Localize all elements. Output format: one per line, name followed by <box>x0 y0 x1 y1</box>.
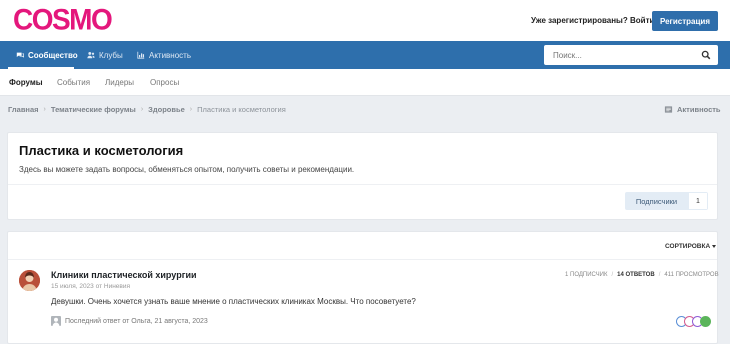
sort-label: СОРТИРОВКА <box>665 242 711 250</box>
nav-item-community[interactable]: Сообщество <box>16 41 78 69</box>
breadcrumb-thematic-forums[interactable]: Тематические форумы <box>51 105 136 114</box>
activity-label: Активность <box>677 105 721 114</box>
nav-item-activity[interactable]: Активность <box>137 41 191 69</box>
users-icon <box>87 51 95 59</box>
follow-count: 1 <box>688 192 708 210</box>
page-title: Пластика и косметология <box>19 143 184 158</box>
nav-item-clubs[interactable]: Клубы <box>87 41 123 69</box>
breadcrumb-health[interactable]: Здоровье <box>148 105 185 114</box>
topic-author-prefix: от <box>95 283 103 290</box>
avatar[interactable] <box>19 270 40 291</box>
participant-avatar[interactable] <box>700 316 711 327</box>
topic-meta: 15 июля, 2023 от Ниневия <box>51 283 130 290</box>
search-icon[interactable] <box>701 50 711 60</box>
topic-stats: 1 ПОДПИСЧИК / 14 ОТВЕТОВ / 411 ПРОСМОТРО… <box>565 272 719 278</box>
last-reply: Последний ответ от Ольга, 21 августа, 20… <box>51 316 208 326</box>
site-header: COSMO Уже зарегистрированы? Войти Регист… <box>0 0 730 41</box>
chevron-right-icon: › <box>43 106 46 113</box>
caret-down-icon <box>712 244 717 248</box>
follow-label: Подписчики <box>625 192 688 210</box>
user-avatar-icon <box>51 316 61 326</box>
forum-description: Здесь вы можете задать вопросы, обменять… <box>19 165 355 174</box>
register-button[interactable]: Регистрация <box>652 11 718 31</box>
bar-chart-icon <box>137 51 145 59</box>
signin-link[interactable]: Уже зарегистрированы? Войти <box>531 16 665 25</box>
nav-label: Клубы <box>99 50 123 60</box>
topic-author[interactable]: Ниневия <box>104 283 130 290</box>
activity-link[interactable]: Активность <box>664 105 721 114</box>
breadcrumb-home[interactable]: Главная <box>8 105 39 114</box>
stat-replies: 14 ОТВЕТОВ <box>617 272 655 278</box>
sort-dropdown[interactable]: СОРТИРОВКА <box>665 240 717 252</box>
participant-avatars <box>676 316 711 328</box>
search-input[interactable] <box>544 50 694 60</box>
signin-label: Уже зарегистрированы? Войти <box>531 16 655 25</box>
activity-icon <box>664 106 673 113</box>
stat-views: 411 ПРОСМОТРОВ <box>664 272 719 278</box>
chevron-right-icon: › <box>140 106 144 113</box>
site-logo[interactable]: COSMO <box>13 4 113 36</box>
topic-snippet: Девушки. Очень хочется узнать ваше мнени… <box>51 297 416 306</box>
tab-forums[interactable]: Форумы <box>9 69 43 96</box>
follow-button[interactable]: Подписчики 1 <box>625 192 708 210</box>
nav-label: Активность <box>149 50 192 60</box>
chevron-right-icon: › <box>189 106 193 113</box>
tab-polls[interactable]: Опросы <box>150 69 179 96</box>
topic-date: 15 июля, 2023 <box>51 283 94 290</box>
stat-separator: / <box>611 272 614 278</box>
divider <box>8 184 717 185</box>
nav-label: Сообщество <box>28 50 78 60</box>
stat-separator: / <box>658 272 661 278</box>
divider <box>8 259 717 260</box>
sub-nav: Форумы События Лидеры Опросы <box>0 69 730 96</box>
forum-header-card: Пластика и косметология Здесь вы можете … <box>7 132 718 220</box>
comments-icon <box>16 52 24 58</box>
tab-events[interactable]: События <box>57 69 90 96</box>
search-box <box>544 45 718 65</box>
last-reply-text[interactable]: Последний ответ от Ольга, 21 августа, 20… <box>65 318 208 325</box>
breadcrumb: Главная › Тематические форумы › Здоровье… <box>8 105 286 114</box>
tab-leaders[interactable]: Лидеры <box>105 69 134 96</box>
stat-followers: 1 ПОДПИСЧИК <box>565 272 608 278</box>
breadcrumb-current: Пластика и косметология <box>197 105 286 114</box>
topic-list-card: СОРТИРОВКА Клиники пластической хирургии… <box>7 231 719 344</box>
topic-title[interactable]: Клиники пластической хирургии <box>51 270 197 280</box>
avatar-image <box>19 270 40 291</box>
